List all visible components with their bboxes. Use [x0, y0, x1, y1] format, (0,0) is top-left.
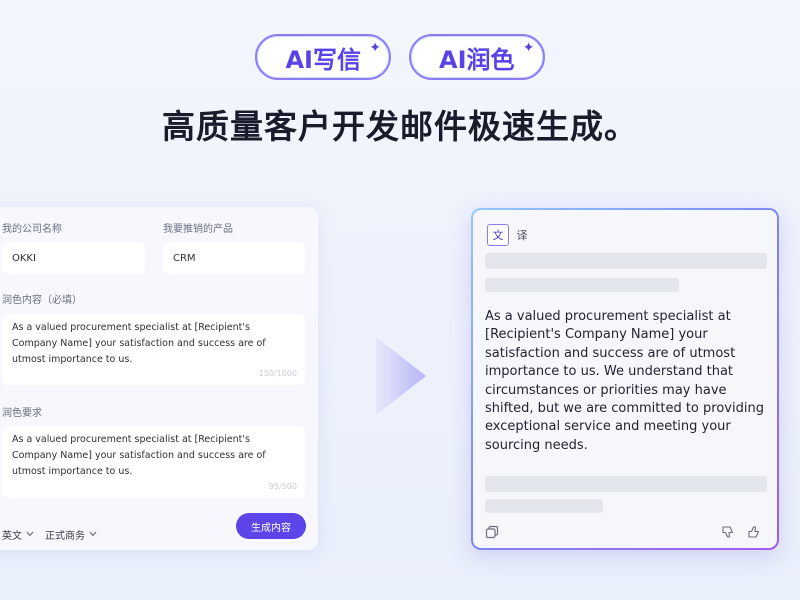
tone-select[interactable]: 正式商务: [45, 527, 97, 542]
tone-value: 正式商务: [45, 531, 85, 542]
result-card: 文 译 As a valued procurement specialist a…: [471, 208, 779, 550]
chevron-down-icon: [26, 530, 34, 539]
company-name-input[interactable]: OKKI: [2, 242, 145, 274]
ai-polish-label: AI润色: [439, 45, 515, 74]
polish-requirement-textarea[interactable]: As a valued procurement specialist at [R…: [2, 426, 305, 498]
loading-skeleton: [485, 278, 679, 292]
chevron-down-icon: [89, 530, 97, 539]
polish-requirement-label: 润色要求: [2, 408, 42, 419]
company-label: 我的公司名称: [2, 224, 62, 235]
polish-content-value: As a valued procurement specialist at [R…: [12, 322, 266, 365]
polish-content-textarea[interactable]: As a valued procurement specialist at [R…: [2, 314, 305, 385]
ai-write-label: AI写信: [285, 45, 361, 74]
original-toggle[interactable]: 文: [487, 224, 509, 246]
sparkle-icon: ✦: [522, 40, 535, 56]
ai-write-pill[interactable]: AI写信 ✦: [255, 34, 391, 80]
sparkle-icon: ✦: [369, 40, 381, 56]
generated-email-text: As a valued procurement specialist at [R…: [485, 309, 764, 453]
language-select[interactable]: 英文: [2, 527, 34, 542]
generate-button[interactable]: 生成内容: [236, 513, 306, 539]
polish-requirement-value: As a valued procurement specialist at [R…: [12, 434, 266, 477]
loading-skeleton: [485, 476, 767, 492]
arrow-right-icon: [372, 333, 430, 423]
polish-content-label: 润色内容（必填）: [2, 295, 82, 306]
product-value: CRM: [173, 252, 196, 264]
content-char-counter: 150/1000: [258, 369, 297, 378]
ai-polish-pill[interactable]: AI润色 ✦: [409, 34, 545, 80]
company-name-value: OKKI: [12, 252, 36, 264]
product-input[interactable]: CRM: [163, 242, 305, 274]
loading-skeleton: [485, 253, 767, 269]
copy-icon[interactable]: [485, 524, 499, 543]
language-value: 英文: [2, 531, 22, 542]
thumbs-down-icon[interactable]: [721, 524, 735, 543]
feature-pills: AI写信 ✦ AI润色 ✦: [0, 34, 800, 80]
translate-toggle[interactable]: 译: [511, 224, 533, 246]
result-panel: 文 译 As a valued procurement specialist a…: [473, 210, 777, 548]
page-headline: 高质量客户开发邮件极速生成。: [162, 107, 638, 146]
loading-skeleton: [485, 499, 603, 513]
requirement-char-counter: 95/500: [268, 482, 297, 491]
product-label: 我要推销的产品: [163, 224, 233, 235]
thumbs-up-icon[interactable]: [747, 524, 761, 543]
